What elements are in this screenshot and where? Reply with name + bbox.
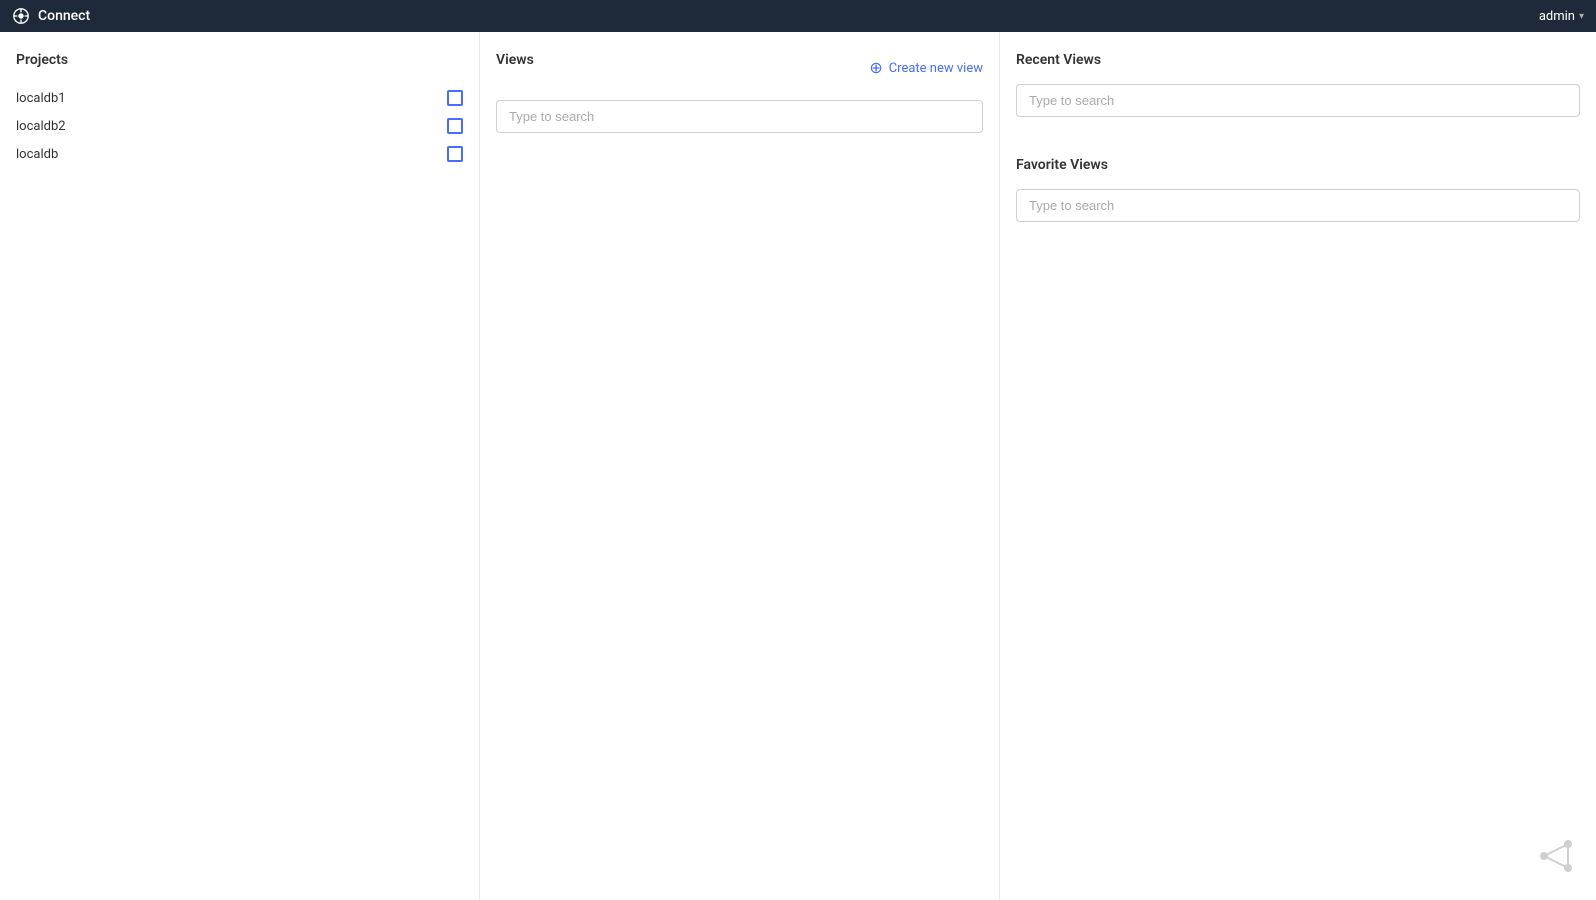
brand-logo-icon <box>1536 836 1576 876</box>
project-item-localdb[interactable]: localdb <box>16 140 463 168</box>
project-item-localdb1[interactable]: localdb1 <box>16 84 463 112</box>
recent-panel: Recent Views Favorite Views <box>1000 32 1596 900</box>
chevron-down-icon: ▾ <box>1579 11 1584 22</box>
create-new-view-label: Create new view <box>889 61 983 76</box>
user-menu[interactable]: admin ▾ <box>1539 9 1584 24</box>
project-name: localdb <box>16 147 58 162</box>
favorite-views-section: Favorite Views <box>1016 157 1580 222</box>
favorite-views-title: Favorite Views <box>1016 157 1580 173</box>
recent-views-title: Recent Views <box>1016 52 1580 68</box>
views-panel: Views ⊕ Create new view <box>480 32 1000 900</box>
favorite-views-search-input[interactable] <box>1016 189 1580 222</box>
bottom-logo <box>1536 836 1576 880</box>
create-new-view-button[interactable]: ⊕ Create new view <box>869 60 983 76</box>
main-content: Projects localdb1 localdb2 localdb Views… <box>0 32 1596 900</box>
projects-panel: Projects localdb1 localdb2 localdb <box>0 32 480 900</box>
views-title: Views <box>496 52 534 68</box>
recent-views-search-input[interactable] <box>1016 84 1580 117</box>
topbar: Connect admin ▾ <box>0 0 1596 32</box>
project-expand-icon[interactable] <box>447 90 463 106</box>
plus-circle-icon: ⊕ <box>869 60 882 76</box>
project-expand-icon[interactable] <box>447 118 463 134</box>
project-name: localdb1 <box>16 91 66 106</box>
project-expand-icon[interactable] <box>447 146 463 162</box>
project-item-localdb2[interactable]: localdb2 <box>16 112 463 140</box>
views-search-input[interactable] <box>496 100 983 133</box>
user-label: admin <box>1539 9 1575 24</box>
topbar-left: Connect <box>12 7 90 25</box>
project-name: localdb2 <box>16 119 66 134</box>
app-title: Connect <box>38 8 90 24</box>
projects-title: Projects <box>16 52 463 68</box>
app-logo-icon <box>12 7 30 25</box>
views-header: Views ⊕ Create new view <box>496 52 983 84</box>
